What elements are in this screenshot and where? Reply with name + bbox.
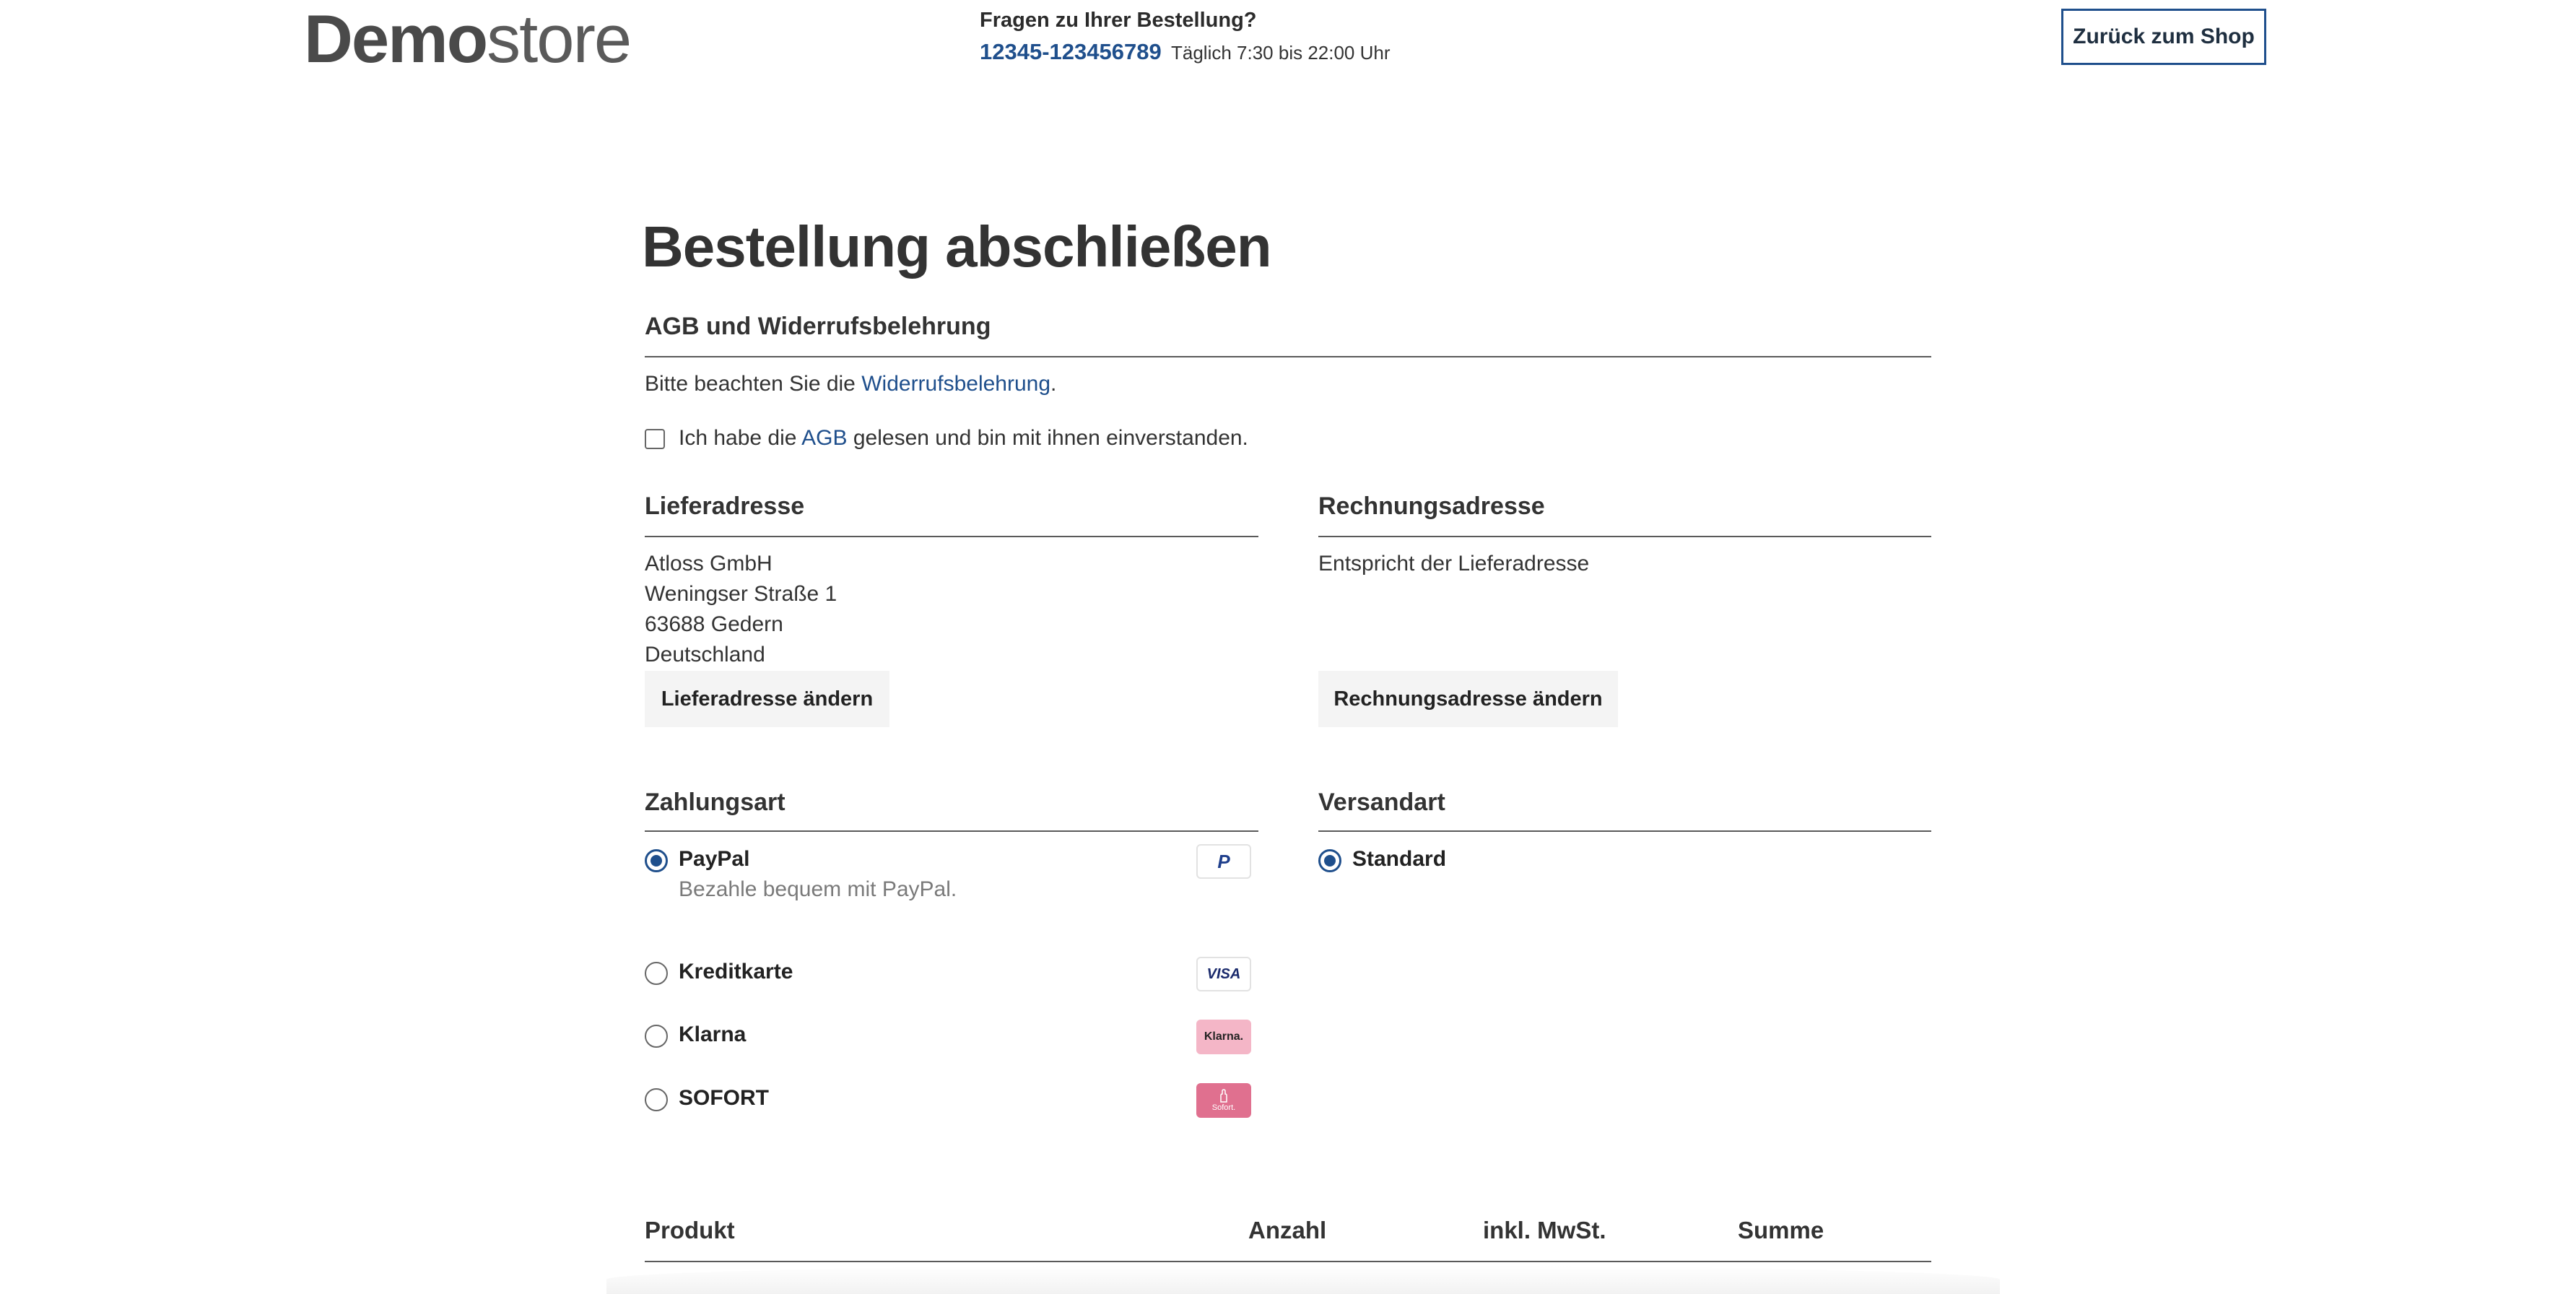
sofort-icon: Sofort.: [1196, 1083, 1251, 1118]
standard-shipping-label[interactable]: Standard: [1352, 847, 1446, 872]
address-line: Atloss GmbH: [645, 552, 773, 576]
shipping-address-divider: [645, 536, 1258, 537]
bottom-shadow: [606, 1265, 2000, 1294]
shipping-address-title: Lieferadresse: [645, 492, 805, 520]
sofort-label[interactable]: SOFORT: [679, 1086, 769, 1111]
paypal-icon-text: P: [1217, 850, 1230, 872]
address-line: Deutschland: [645, 643, 765, 666]
agb-link[interactable]: AGB: [801, 426, 847, 450]
billing-address-divider: [1318, 536, 1931, 537]
billing-address-title: Rechnungsadresse: [1318, 492, 1545, 520]
address-line: 63688 Gedern: [645, 612, 783, 636]
terms-section-title: AGB und Widerrufsbelehrung: [645, 313, 991, 340]
sofort-radio[interactable]: [645, 1088, 668, 1111]
address-line: Weningser Straße 1: [645, 582, 837, 606]
paypal-icon: P: [1196, 844, 1251, 879]
logo-light-text: store: [487, 1, 632, 77]
terms-checkbox[interactable]: [645, 429, 665, 449]
terms-checkbox-prefix: Ich habe die: [679, 426, 802, 450]
withdrawal-notice-prefix: Bitte beachten Sie die: [645, 372, 862, 396]
page-title: Bestellung abschließen: [642, 214, 1272, 279]
support-phone-link[interactable]: 12345-123456789: [980, 39, 1162, 65]
withdrawal-notice: Bitte beachten Sie die Widerrufsbelehrun…: [645, 372, 1056, 396]
support-hours: Täglich 7:30 bis 22:00 Uhr: [1171, 42, 1391, 64]
klarna-radio[interactable]: [645, 1025, 668, 1048]
sofort-icon-text: Sofort.: [1211, 1103, 1236, 1112]
withdrawal-notice-suffix: .: [1050, 372, 1057, 396]
visa-icon-text: VISA: [1206, 965, 1241, 982]
payment-section-title: Zahlungsart: [645, 789, 786, 816]
column-header-sum: Summe: [1738, 1217, 1824, 1243]
column-header-price: inkl. MwSt.: [1483, 1217, 1606, 1243]
paypal-label[interactable]: PayPal: [679, 847, 749, 872]
standard-shipping-radio[interactable]: [1318, 849, 1341, 872]
klarna-icon-text: Klarna.: [1204, 1030, 1244, 1043]
paypal-description: Bezahle bequem mit PayPal.: [679, 877, 957, 901]
billing-address-text: Entspricht der Lieferadresse: [1318, 552, 1590, 576]
kreditkarte-label[interactable]: Kreditkarte: [679, 960, 793, 984]
change-billing-address-button[interactable]: Rechnungsadresse ändern: [1318, 671, 1618, 727]
klarna-icon: Klarna.: [1196, 1020, 1251, 1054]
column-header-quantity: Anzahl: [1248, 1217, 1327, 1243]
column-header-product: Produkt: [645, 1217, 735, 1243]
support-question: Fragen zu Ihrer Bestellung?: [980, 9, 1257, 32]
terms-checkbox-suffix: gelesen und bin mit ihnen einverstanden.: [847, 426, 1248, 450]
klarna-label[interactable]: Klarna: [679, 1022, 746, 1047]
withdrawal-link[interactable]: Widerrufsbelehrung: [861, 372, 1050, 396]
product-table-divider: [645, 1261, 1931, 1262]
terms-checkbox-label[interactable]: Ich habe die AGB gelesen und bin mit ihn…: [679, 426, 1248, 451]
change-shipping-address-button[interactable]: Lieferadresse ändern: [645, 671, 889, 727]
terms-divider: [645, 356, 1931, 357]
visa-icon: VISA: [1196, 957, 1251, 991]
sofort-hand-glyph: [1220, 1089, 1227, 1103]
paypal-radio[interactable]: [645, 849, 668, 872]
back-to-shop-button[interactable]: Zurück zum Shop: [2061, 9, 2266, 65]
payment-divider: [645, 830, 1258, 832]
logo-bold-text: Demo: [304, 1, 488, 77]
store-logo[interactable]: Demostore: [304, 1, 632, 77]
shipping-method-title: Versandart: [1318, 789, 1445, 816]
kreditkarte-radio[interactable]: [645, 962, 668, 985]
shipping-method-divider: [1318, 830, 1931, 832]
